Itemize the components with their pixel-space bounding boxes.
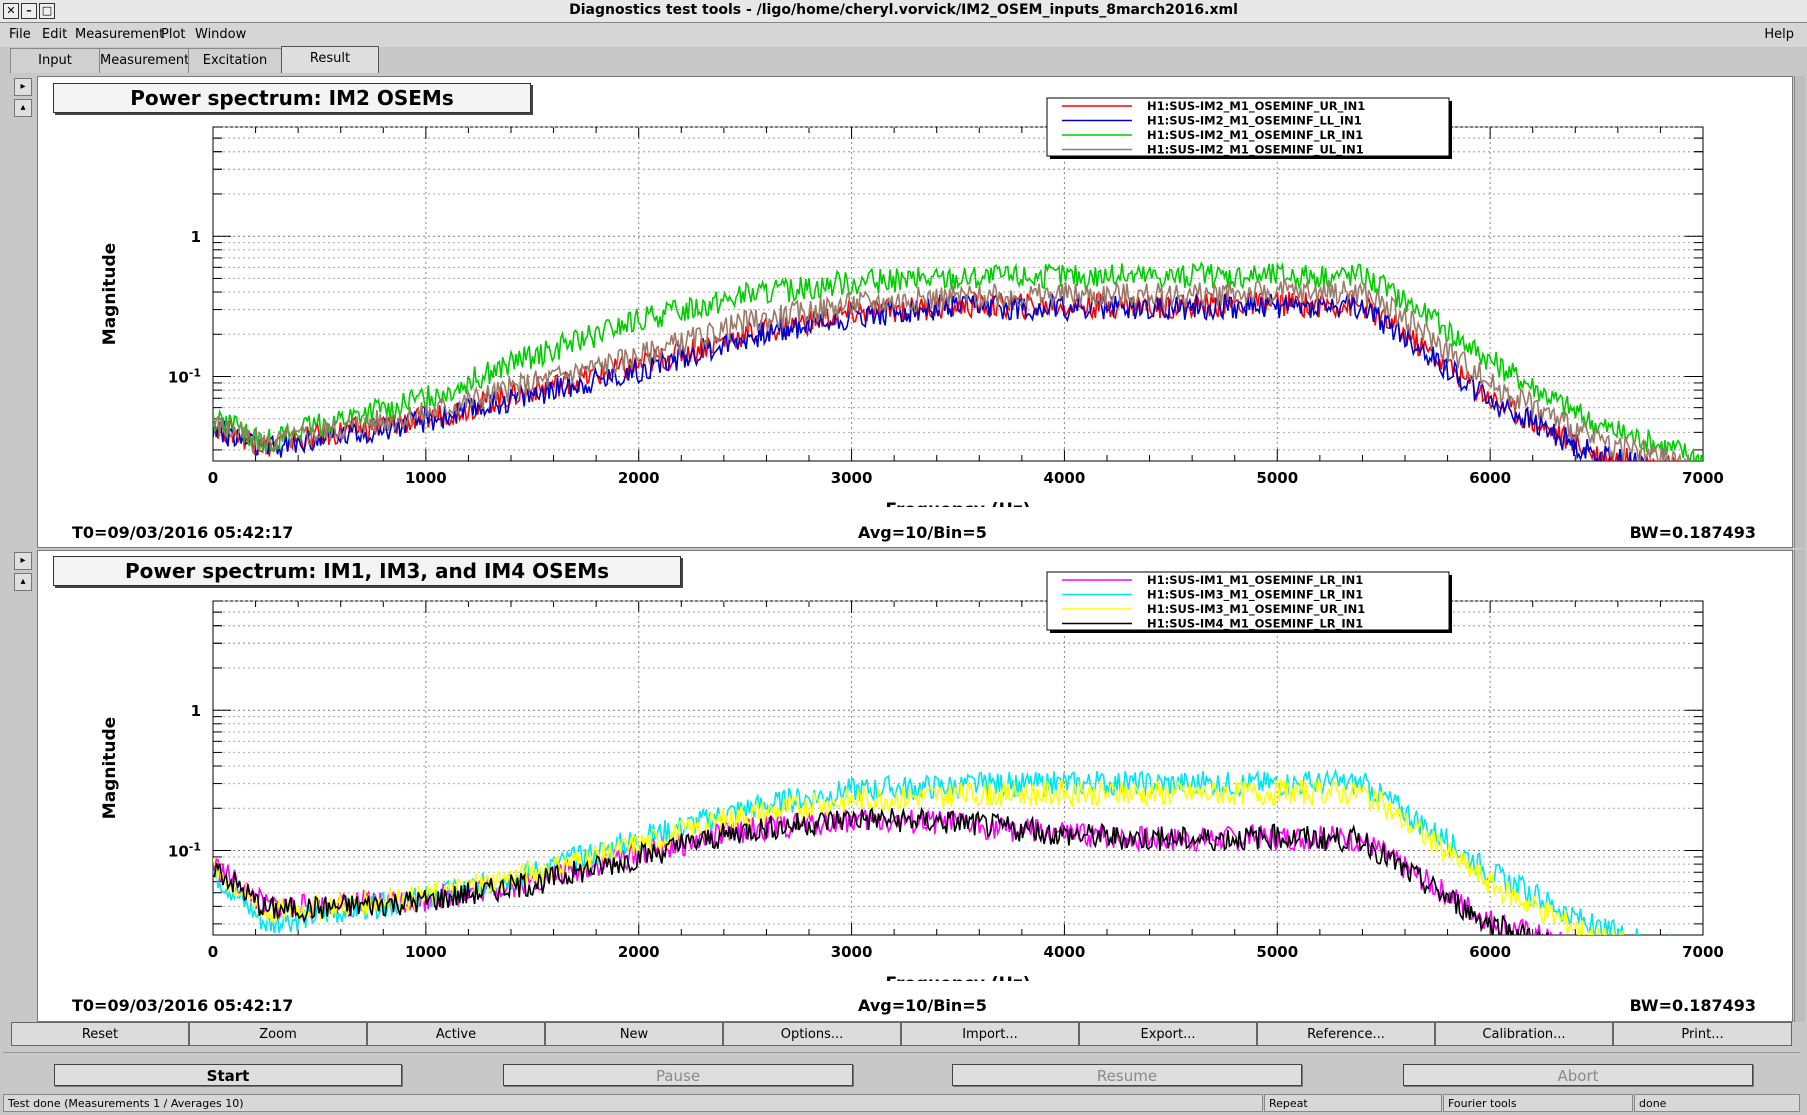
panel1-collapse-button[interactable]: ▴ — [14, 99, 32, 117]
y-tick-label: 1 — [191, 228, 201, 246]
tab-input[interactable]: Input — [10, 48, 100, 73]
plot2-chart[interactable]: 0 1000 2000 3000 4000 5000 6000 7000 1 10-1 Freque… — [38, 551, 1792, 981]
status-mode: Repeat — [1264, 1094, 1442, 1112]
reset-button[interactable]: Reset — [11, 1022, 189, 1046]
x-tick-label: 1000 — [405, 469, 447, 487]
options-button[interactable]: Options... — [723, 1022, 901, 1046]
plot-panel-1[interactable]: Power spectrum: IM2 OSEMs 0 1000 2000 3000 4… — [37, 76, 1793, 548]
active-button[interactable]: Active — [367, 1022, 545, 1046]
import-button[interactable]: Import... — [901, 1022, 1079, 1046]
abort-button[interactable]: Abort — [1403, 1064, 1753, 1086]
panel2-collapse-button[interactable]: ▴ — [14, 573, 32, 591]
x-tick-label: 3000 — [831, 943, 873, 961]
plot1-scrollbar[interactable] — [1794, 76, 1805, 548]
x-axis-label: Frequency (Hz) — [885, 500, 1030, 507]
pause-button[interactable]: Pause — [503, 1064, 853, 1086]
window-title-bar: ✕ – □ Diagnostics test tools - /ligo/hom… — [0, 0, 1807, 23]
legend-label: H1:SUS-IM2_M1_OSEMINF_LR_IN1 — [1147, 128, 1363, 143]
y-axis-label: Magnitude — [100, 717, 120, 819]
menu-bar: File Edit Measurement Plot Window Help — [0, 23, 1807, 47]
tab-excitation[interactable]: Excitation — [188, 48, 282, 73]
x-tick-label: 7000 — [1682, 469, 1724, 487]
menu-plot[interactable]: Plot — [161, 27, 186, 42]
menu-edit[interactable]: Edit — [42, 27, 67, 42]
legend-label: H1:SUS-IM3_M1_OSEMINF_LR_IN1 — [1147, 588, 1363, 603]
menu-help[interactable]: Help — [1764, 27, 1794, 42]
menu-file[interactable]: File — [9, 27, 31, 42]
tab-result[interactable]: Result — [281, 46, 379, 73]
x-tick-label: 4000 — [1044, 469, 1086, 487]
x-tick-label: 1000 — [405, 943, 447, 961]
panel2-expand-button[interactable]: ▸ — [14, 552, 32, 570]
x-tick-label: 2000 — [618, 469, 660, 487]
x-axis-label: Frequency (Hz) — [885, 974, 1030, 981]
status-message: Test done (Measurements 1 / Averages 10) — [3, 1094, 1263, 1112]
menu-measurement[interactable]: Measurement — [75, 27, 164, 42]
legend-label: H1:SUS-IM3_M1_OSEMINF_UR_IN1 — [1147, 602, 1365, 617]
tab-measurement[interactable]: Measurement — [99, 48, 189, 73]
status-tool: Fourier tools — [1443, 1094, 1633, 1112]
export-button[interactable]: Export... — [1079, 1022, 1257, 1046]
x-tick-label: 5000 — [1256, 943, 1298, 961]
legend-label: H1:SUS-IM2_M1_OSEMINF_UR_IN1 — [1147, 99, 1365, 114]
x-tick-label: 0 — [208, 469, 218, 487]
x-tick-label: 6000 — [1469, 469, 1511, 487]
legend-label: H1:SUS-IM2_M1_OSEMINF_UL_IN1 — [1147, 143, 1364, 158]
zoom-button[interactable]: Zoom — [189, 1022, 367, 1046]
x-tick-label: 2000 — [618, 943, 660, 961]
window-title: Diagnostics test tools - /ligo/home/cher… — [569, 2, 1238, 18]
reference-button[interactable]: Reference... — [1257, 1022, 1435, 1046]
calibration-button[interactable]: Calibration... — [1435, 1022, 1613, 1046]
plot1-t0: T0=09/03/2016 05:42:17 — [72, 523, 294, 542]
y-tick-label: 1 — [191, 702, 201, 720]
x-tick-label: 0 — [208, 943, 218, 961]
x-tick-label: 5000 — [1256, 469, 1298, 487]
x-tick-label: 3000 — [831, 469, 873, 487]
status-state: done — [1634, 1094, 1800, 1112]
plot1-avg: Avg=10/Bin=5 — [858, 523, 987, 542]
plot-panel-2[interactable]: Power spectrum: IM1, IM3, and IM4 OSEMs … — [37, 550, 1793, 1022]
plot2-bw: BW=0.187493 — [1629, 996, 1756, 1015]
plot2-scrollbar[interactable] — [1794, 550, 1805, 1022]
x-tick-label: 6000 — [1469, 943, 1511, 961]
y-axis-label: Magnitude — [100, 243, 120, 345]
plot1-bw: BW=0.187493 — [1629, 523, 1756, 542]
x-tick-label: 4000 — [1044, 943, 1086, 961]
x-tick-label: 7000 — [1682, 943, 1724, 961]
y-tick-label: 10-1 — [168, 841, 201, 861]
plot2-avg: Avg=10/Bin=5 — [858, 996, 987, 1015]
legend-label: H1:SUS-IM1_M1_OSEMINF_LR_IN1 — [1147, 573, 1363, 588]
legend-label: H1:SUS-IM4_M1_OSEMINF_LR_IN1 — [1147, 617, 1363, 632]
panel1-expand-button[interactable]: ▸ — [14, 78, 32, 96]
new-button[interactable]: New — [545, 1022, 723, 1046]
plot1-chart[interactable]: 0 1000 2000 3000 4000 5000 6000 7000 1 10-1 Freque… — [38, 77, 1792, 507]
start-button[interactable]: Start — [54, 1064, 402, 1086]
menu-window[interactable]: Window — [195, 27, 246, 42]
plot2-t0: T0=09/03/2016 05:42:17 — [72, 996, 294, 1015]
y-tick-label: 10-1 — [168, 367, 201, 387]
resume-button[interactable]: Resume — [952, 1064, 1302, 1086]
print-button[interactable]: Print... — [1613, 1022, 1792, 1046]
legend-label: H1:SUS-IM2_M1_OSEMINF_LL_IN1 — [1147, 114, 1362, 129]
